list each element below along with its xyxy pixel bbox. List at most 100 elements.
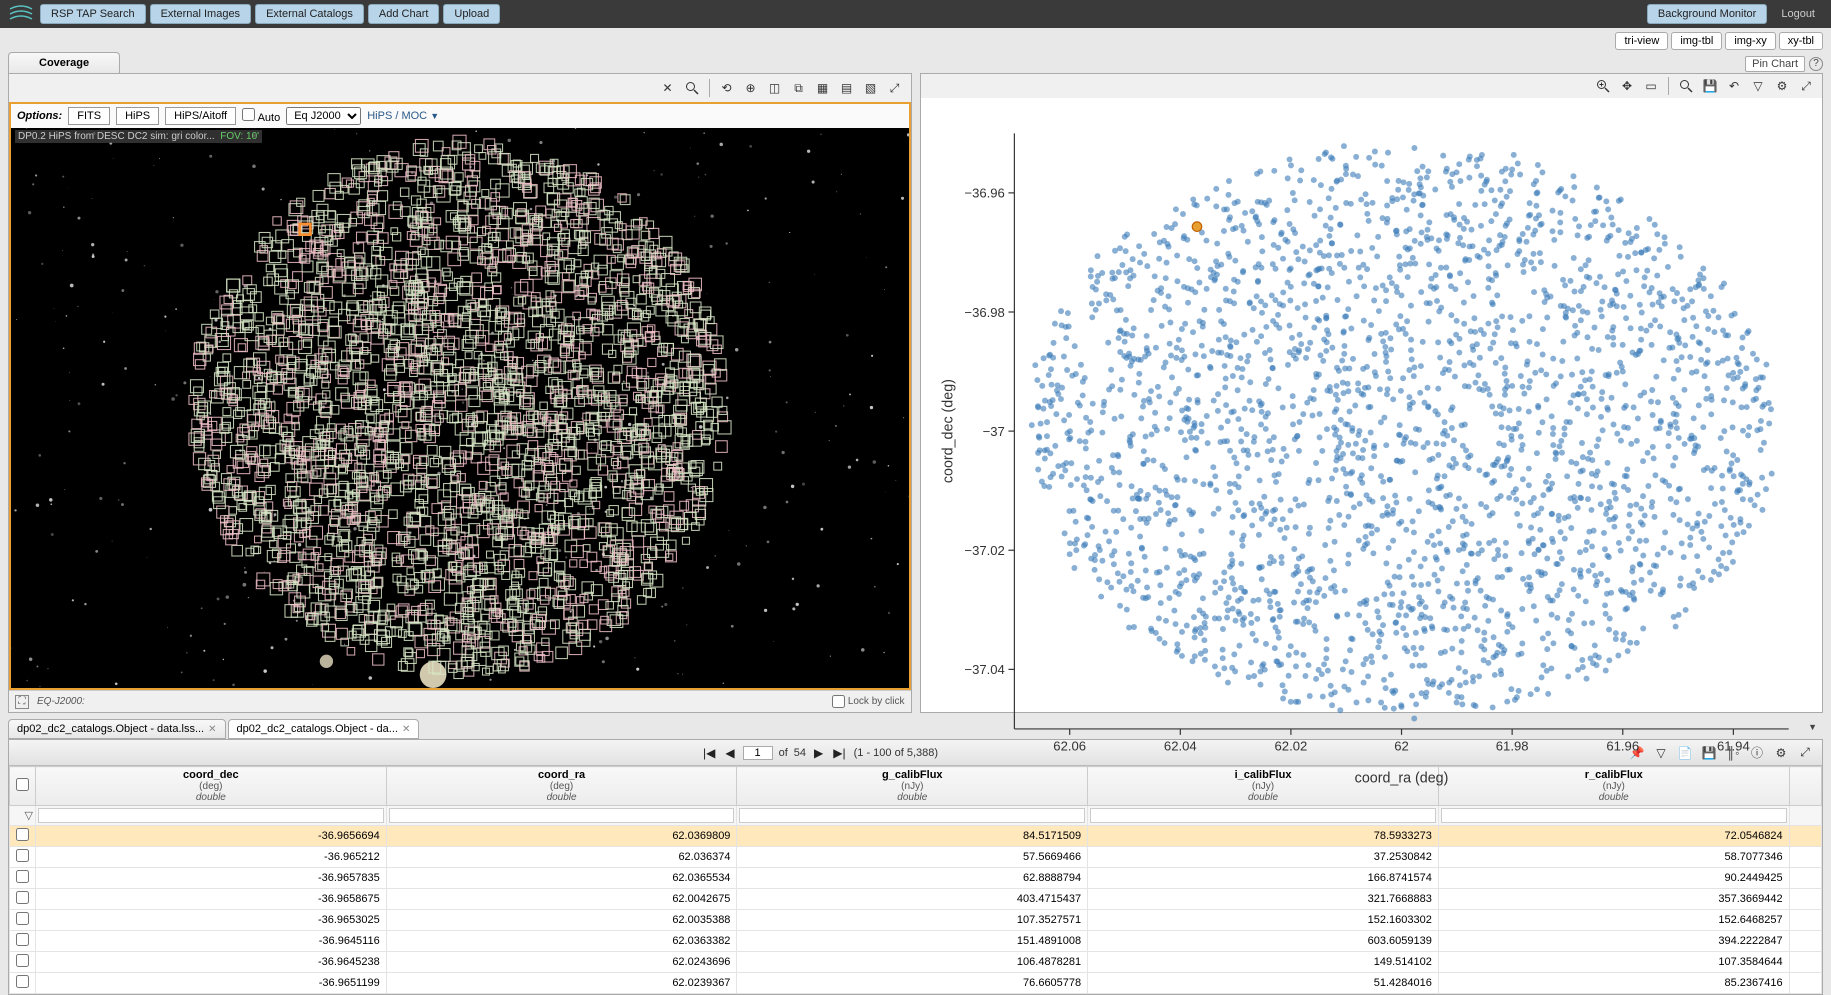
close-icon[interactable]: ✕ (402, 724, 410, 735)
view-img-tbl[interactable]: img-tbl (1671, 32, 1722, 50)
column-filter-input[interactable] (38, 808, 384, 823)
chevron-down-icon: ▼ (430, 111, 439, 121)
expand-icon[interactable]: ⛶ (15, 695, 29, 709)
row-checkbox[interactable] (16, 849, 29, 862)
auto-checkbox[interactable]: Auto (242, 108, 280, 124)
option-fits[interactable]: FITS (68, 107, 110, 125)
table-tab-0[interactable]: dp02_dc2_catalogs.Object - data.lss... ✕ (8, 719, 226, 739)
nav-external-catalogs[interactable]: External Catalogs (255, 4, 364, 24)
table-row[interactable]: -36.965867562.0042675403.4715437321.7668… (10, 889, 1822, 910)
cell: 106.4878281 (737, 952, 1088, 973)
table-row[interactable]: -36.965302562.0035388107.3527571152.1603… (10, 910, 1822, 931)
cell: 62.036374 (386, 847, 737, 868)
cell: -36.9658675 (36, 889, 387, 910)
page-next-icon[interactable]: ▶ (812, 746, 825, 760)
view-xy-tbl[interactable]: xy-tbl (1779, 32, 1823, 50)
cell: -36.9645238 (36, 952, 387, 973)
column-header-coord_dec[interactable]: coord_dec(deg)double (36, 767, 387, 806)
help-icon[interactable]: ? (1809, 57, 1823, 71)
nav-upload[interactable]: Upload (443, 4, 500, 24)
save-icon[interactable]: 💾 (1700, 76, 1720, 96)
page-prev-icon[interactable]: ◀ (723, 746, 736, 760)
target-icon[interactable]: ⊕ (741, 78, 761, 98)
close-icon[interactable]: ✕ (208, 724, 216, 735)
table-row[interactable]: -36.965669462.036980984.517150978.593327… (10, 826, 1822, 847)
page-input[interactable] (743, 746, 773, 760)
table-row[interactable]: -36.964511662.0363382151.4891008603.6059… (10, 931, 1822, 952)
zoom-in-icon[interactable] (1593, 76, 1613, 96)
tools-icon[interactable]: ✕ (658, 78, 678, 98)
row-checkbox[interactable] (16, 933, 29, 946)
cell: 62.0363382 (386, 931, 737, 952)
row-checkbox[interactable] (16, 912, 29, 925)
cell: -36.965212 (36, 847, 387, 868)
cell: 51.4284016 (1088, 973, 1439, 994)
nav-rsp-tap-search[interactable]: RSP TAP Search (40, 4, 146, 24)
logout-button[interactable]: Logout (1771, 5, 1825, 23)
zoom-icon[interactable] (682, 78, 702, 98)
view-img-xy[interactable]: img-xy (1725, 32, 1775, 50)
hips-moc-dropdown[interactable]: HiPS / MOC ▼ (367, 110, 439, 122)
option-hips-aitoff[interactable]: HiPS/Aitoff (165, 107, 236, 125)
cell: 90.2449425 (1438, 868, 1789, 889)
row-checkbox[interactable] (16, 891, 29, 904)
cell: 394.2222847 (1438, 931, 1789, 952)
nav-add-chart[interactable]: Add Chart (368, 4, 440, 24)
cell: 62.0243696 (386, 952, 737, 973)
cell: 403.4715437 (737, 889, 1088, 910)
view-mode-bar: tri-view img-tbl img-xy xy-tbl (0, 28, 1831, 54)
cell: 149.514102 (1088, 952, 1439, 973)
rotate-icon[interactable]: ⟲ (717, 78, 737, 98)
cell: 62.0239367 (386, 973, 737, 994)
pan-icon[interactable]: ✥ (1617, 76, 1637, 96)
cell: 62.0035388 (386, 910, 737, 931)
pin-chart-button[interactable]: Pin Chart (1745, 56, 1805, 72)
table-row[interactable]: -36.965119962.023936776.660577851.428401… (10, 973, 1822, 994)
grid-icon[interactable]: ▤ (837, 78, 857, 98)
cell: 37.2530842 (1088, 847, 1439, 868)
row-checkbox[interactable] (16, 828, 29, 841)
select-all-checkbox[interactable] (16, 778, 29, 791)
chart-expand-icon[interactable]: ⤢ (1796, 76, 1816, 96)
tab-coverage[interactable]: Coverage (8, 52, 120, 73)
filter-icon[interactable]: ▽ (1748, 76, 1768, 96)
row-checkbox[interactable] (16, 870, 29, 883)
expand-diag-icon[interactable]: ⤢ (885, 78, 905, 98)
sky-image-view[interactable]: DP0.2 HiPS from DESC DC2 sim: gri color.… (9, 128, 911, 690)
table-tab-1[interactable]: dp02_dc2_catalogs.Object - da... ✕ (228, 719, 420, 739)
stack-icon[interactable]: ▧ (861, 78, 881, 98)
column-header-coord_ra[interactable]: coord_ra(deg)double (386, 767, 737, 806)
ruler-icon[interactable]: ⧉ (789, 78, 809, 98)
cell: 357.3669442 (1438, 889, 1789, 910)
svg-text:−36.96: −36.96 (964, 186, 1004, 201)
view-tri-view[interactable]: tri-view (1615, 32, 1668, 50)
option-hips[interactable]: HiPS (116, 107, 159, 125)
cell: 603.6059139 (1088, 931, 1439, 952)
settings-icon[interactable]: ⚙ (1772, 76, 1792, 96)
scatter-chart[interactable]: −36.96−36.98−37−37.02−37.0462.0662.0462.… (921, 98, 1823, 812)
chart-toolbar: ✥ ▭ 💾 ↶ ▽ ⚙ ⤢ (921, 74, 1823, 98)
svg-text:coord_dec (deg): coord_dec (deg) (940, 379, 956, 483)
filter-row-icon[interactable]: ▽ (10, 806, 36, 826)
page-first-icon[interactable]: |◀ (701, 746, 717, 760)
lock-by-click-checkbox[interactable]: Lock by click (832, 695, 905, 708)
table-row[interactable]: -36.964523862.0243696106.4878281149.5141… (10, 952, 1822, 973)
select-icon[interactable]: ▭ (1641, 76, 1661, 96)
page-last-icon[interactable]: ▶| (831, 746, 847, 760)
frame-select[interactable]: Eq J2000 (286, 107, 361, 125)
undo-icon[interactable]: ↶ (1724, 76, 1744, 96)
layers-icon[interactable]: ▦ (813, 78, 833, 98)
cell: 76.6605778 (737, 973, 1088, 994)
svg-text:62.04: 62.04 (1163, 738, 1196, 753)
nav-external-images[interactable]: External Images (150, 4, 251, 24)
zoom-fit-icon[interactable] (1676, 76, 1696, 96)
crop-icon[interactable]: ◫ (765, 78, 785, 98)
row-checkbox[interactable] (16, 954, 29, 967)
cell: 152.1603302 (1088, 910, 1439, 931)
row-checkbox[interactable] (16, 975, 29, 988)
column-filter-input[interactable] (389, 808, 735, 823)
table-row[interactable]: -36.965783562.036553462.8888794166.87415… (10, 868, 1822, 889)
table-row[interactable]: -36.96521262.03637457.566946637.25308425… (10, 847, 1822, 868)
svg-text:61.94: 61.94 (1716, 738, 1749, 753)
background-monitor-button[interactable]: Background Monitor (1647, 4, 1767, 24)
